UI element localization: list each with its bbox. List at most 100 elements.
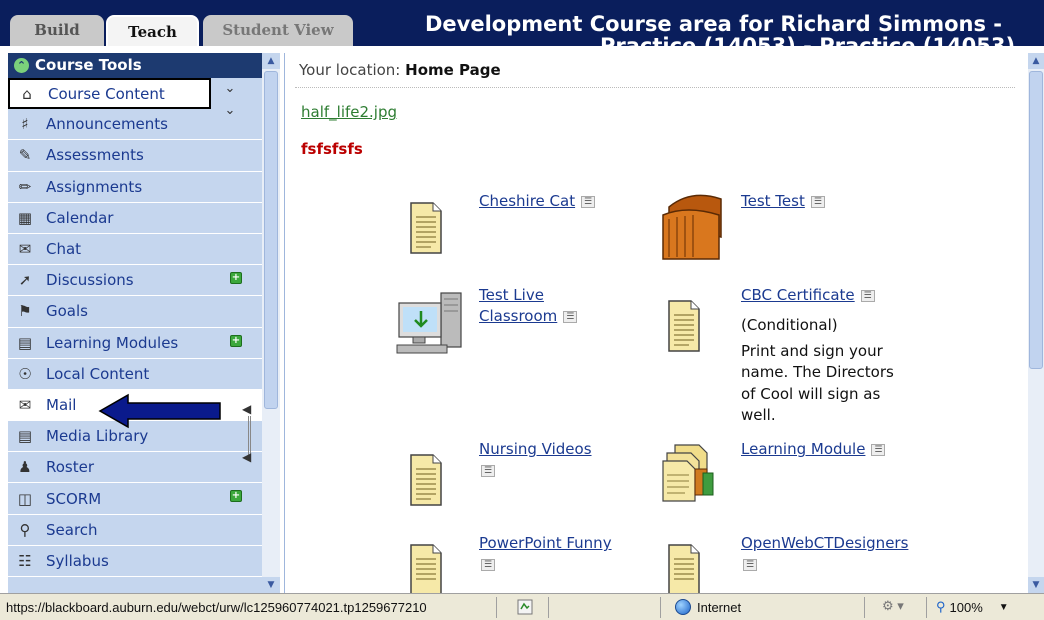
computer-icon[interactable] [395,291,465,357]
sidebar-scrollbar[interactable]: ▲ ▼ [262,53,280,593]
scroll-down-icon[interactable]: ▼ [1028,577,1044,593]
sidebar-item-search[interactable]: ⚲ Search [8,515,262,546]
sidebar-item-label: Assignments [46,177,143,196]
home-icon: ⌂ [22,84,32,103]
action-menu-icon[interactable]: ☰ [481,464,495,477]
sidebar-item-label: Media Library [46,427,149,446]
action-menu-icon[interactable]: ☰ [860,289,875,302]
pointer-arrow-icon [98,393,221,429]
sidebar-item-label: Course Content [48,84,165,103]
status-url: https://blackboard.auburn.edu/webct/urw/… [6,600,427,615]
sidebar-item-label: Mail [46,395,77,414]
action-menu-icon[interactable]: ☰ [563,310,578,323]
action-menu-icon[interactable]: ☰ [481,558,495,571]
item-title[interactable]: PowerPoint Funny [479,533,612,554]
tab-teach[interactable]: Teach [106,15,199,46]
item-title-line[interactable]: Test Live [479,285,577,306]
content-item-link[interactable]: PowerPoint Funny ☰ [479,533,612,575]
divider [496,597,497,618]
item-title[interactable]: Nursing Videos [479,439,592,460]
content-item-link[interactable]: Cheshire Cat ☰ [479,191,596,212]
content-item-link[interactable]: CBC Certificate ☰ [741,285,875,306]
content-scrollbar[interactable]: ▲ ▼ [1028,53,1044,593]
sidebar-item-label: Calendar [46,208,114,227]
collapse-left-icon[interactable]: ◀ [242,402,251,416]
tab-student-view[interactable]: Student View [203,15,353,46]
chevron-down-icon[interactable]: ▼ [999,602,1009,613]
scroll-down-icon[interactable]: ▼ [262,577,280,593]
sidebar-item-label: Announcements [46,115,168,134]
page-icon[interactable] [667,543,701,593]
add-icon[interactable]: + [230,272,242,285]
sidebar-item-label: Roster [46,458,95,477]
add-icon[interactable]: + [230,490,242,503]
module-icon: ▤ [17,333,33,352]
action-menu-icon[interactable]: ☰ [581,195,596,208]
item-title[interactable]: Cheshire Cat [479,192,575,210]
content-item-link[interactable]: Nursing Videos ☰ [479,439,592,481]
folder-icon[interactable] [661,185,725,261]
sidebar-item-local-content[interactable]: ☉ Local Content [8,359,262,390]
pushpin-icon: ➚ [18,271,32,290]
breadcrumb: Your location: Home Page [299,61,501,79]
sidebar-item-goals[interactable]: ⚑ Goals [8,296,262,328]
sidebar-item-learning-modules[interactable]: ▤ Learning Modules + [8,328,262,359]
sidebar-item-roster[interactable]: ♟ Roster [8,452,262,484]
sidebar-item-label: SCORM [46,489,102,508]
zone-label: Internet [697,599,742,615]
item-title[interactable]: CBC Certificate [741,286,855,304]
course-tools-header[interactable]: ⌃ Course Tools [8,53,262,78]
item-title[interactable]: Learning Module [741,440,865,458]
internet-globe-icon [675,599,691,615]
content-item-link[interactable]: OpenWebCTDesigners ☰ [741,533,908,575]
sidebar-item-calendar[interactable]: ▦ Calendar [8,203,262,234]
protected-mode-icon[interactable]: ⚙ ▾ [882,598,904,614]
item-desc-line: Print and sign your [741,341,883,360]
sidebar-item-course-content[interactable]: ⌂ Course Content [8,78,211,110]
megaphone-icon: ♯ [21,115,29,134]
item-title-line[interactable]: Classroom [479,307,557,325]
sidebar-item-label: Chat [46,240,82,259]
sidebar-item-assessments[interactable]: ✎ Assessments [8,140,262,172]
course-tools-title: Course Tools [35,56,142,74]
add-icon[interactable]: + [230,334,242,347]
scroll-thumb[interactable] [264,71,278,409]
action-menu-icon[interactable]: ☰ [871,443,886,456]
scroll-up-icon[interactable]: ▲ [1028,53,1044,69]
sidebar-item-discussions[interactable]: ➚ Discussions + [8,265,262,297]
collapse-chevron-icon[interactable]: ⌄ ⌄ [220,78,240,118]
file-link[interactable]: half_life2.jpg [301,103,397,121]
divider [864,597,865,618]
goals-icon: ⚑ [18,302,32,321]
content-heading: fsfsfsfs [301,140,363,158]
action-menu-icon[interactable]: ☰ [810,195,825,208]
item-title[interactable]: Test Test [741,192,805,210]
sidebar-item-announcements[interactable]: ♯ Announcements [8,109,262,141]
content-item-link[interactable]: Test Test ☰ [741,191,825,212]
sidebar-item-label: Syllabus [46,551,109,570]
page-icon[interactable] [409,543,443,593]
learning-module-icon[interactable] [661,443,717,503]
scroll-up-icon[interactable]: ▲ [262,53,280,69]
zoom-control[interactable]: ⚲ 100% ▼ [936,599,1009,615]
sidebar-item-chat[interactable]: ✉ Chat [8,234,262,266]
scroll-thumb[interactable] [1029,71,1043,369]
content-item-link[interactable]: Test Live Classroom ☰ [479,285,578,327]
divider [926,597,927,618]
course-title-overflow: Practice (14053) - Practice (14053) [600,34,1016,46]
page-icon[interactable] [409,453,443,507]
sidebar-item-label: Local Content [46,364,150,383]
top-bar: Build Teach Student View Development Cou… [0,0,1044,46]
item-title[interactable]: OpenWebCTDesigners [741,533,908,554]
location-value: Home Page [405,61,501,79]
page-icon[interactable] [667,299,701,353]
sidebar-item-syllabus[interactable]: ☷ Syllabus [8,546,262,577]
sidebar-item-assignments[interactable]: ✏ Assignments [8,172,262,203]
sidebar-item-scorm[interactable]: ◫ SCORM + [8,483,262,515]
tab-build[interactable]: Build [10,15,104,46]
page-icon[interactable] [409,201,443,255]
action-menu-icon[interactable]: ☰ [743,558,757,571]
item-desc-line: well. [741,406,776,424]
collapse-left-icon[interactable]: ◀ [242,450,251,464]
content-item-link[interactable]: Learning Module ☰ [741,439,886,460]
